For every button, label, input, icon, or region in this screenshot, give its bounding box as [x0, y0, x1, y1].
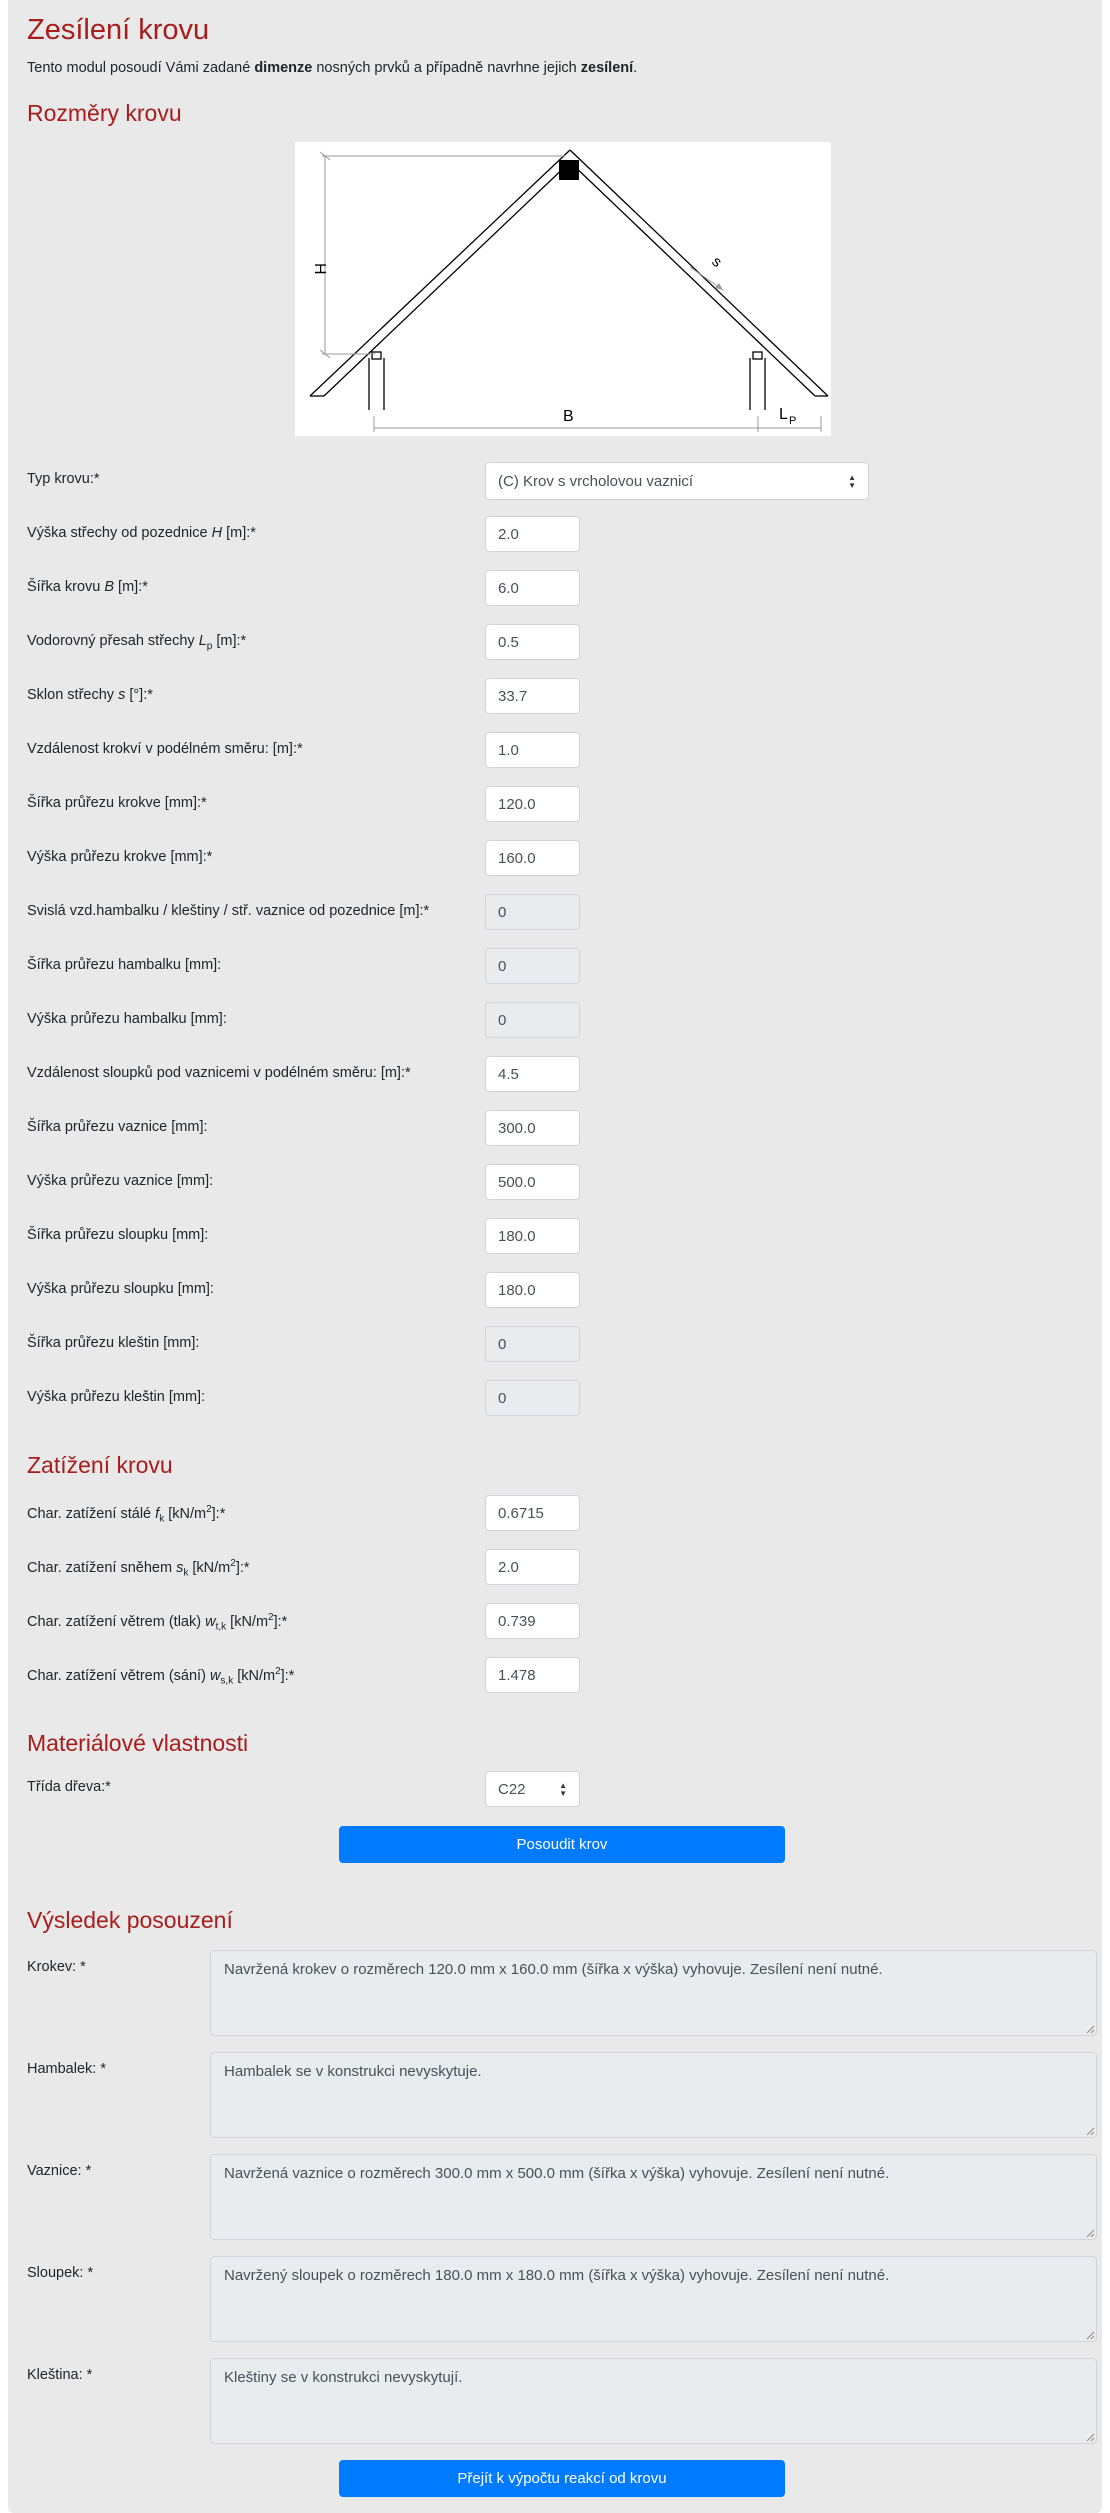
- roof-diagram-svg: H B s L P: [309, 149, 829, 432]
- wood-class-select[interactable]: C22 ▲ ▼: [485, 1771, 580, 1807]
- resize-grip-icon[interactable]: [1086, 2331, 1095, 2340]
- roof-type-value: (C) Krov s vrcholovou vaznicí: [498, 472, 694, 490]
- dimension-input: [485, 894, 580, 930]
- field-label: Šířka průřezu vaznice [mm]:: [27, 1119, 208, 1135]
- result-label: Krokev: *: [27, 1959, 86, 1975]
- section-dimensions-heading: Rozměry krovu: [27, 100, 182, 126]
- field-label: Char. zatížení stálé fk [kN/m2]:*: [27, 1504, 226, 1525]
- field-label: Šířka průřezu kleštin [mm]:: [27, 1335, 200, 1351]
- roof-type-select[interactable]: (C) Krov s vrcholovou vaznicí ▲ ▼: [485, 462, 869, 500]
- go-to-reactions-button[interactable]: Přejít k výpočtu reakcí od krovu: [339, 2460, 785, 2497]
- roof-type-label: Typ krovu:*: [27, 471, 100, 487]
- result-text: Hambalek se v konstrukci nevyskytuje.: [224, 2063, 482, 2080]
- field-label: Šířka krovu B [m]:*: [27, 579, 148, 595]
- roof-diagram: H B s L P: [295, 142, 831, 436]
- result-text: Kleštiny se v konstrukci nevyskytují.: [224, 2369, 463, 2386]
- result-textarea[interactable]: Navržená krokev o rozměrech 120.0 mm x 1…: [210, 1950, 1097, 2036]
- section-material-heading: Materiálové vlastnosti: [27, 1730, 249, 1756]
- select-arrows-icon: ▲ ▼: [848, 473, 856, 490]
- dimension-input: [485, 1326, 580, 1362]
- diagram-label-s: s: [708, 253, 725, 271]
- result-textarea[interactable]: Navržená vaznice o rozměrech 300.0 mm x …: [210, 2154, 1097, 2240]
- dimension-input[interactable]: [485, 786, 580, 822]
- field-label: Šířka průřezu krokve [mm]:*: [27, 795, 207, 811]
- field-label: Char. zatížení sněhem sk [kN/m2]:*: [27, 1558, 250, 1579]
- ridge-purlin-shape: [559, 160, 579, 180]
- field-label: Výška průřezu krokve [mm]:*: [27, 849, 213, 865]
- result-text: Navržený sloupek o rozměrech 180.0 mm x …: [224, 2267, 890, 2284]
- dimension-input[interactable]: [485, 624, 580, 660]
- result-textarea[interactable]: Navržený sloupek o rozměrech 180.0 mm x …: [210, 2256, 1097, 2342]
- dimension-input[interactable]: [485, 570, 580, 606]
- page-title: Zesílení krovu: [27, 14, 210, 46]
- result-textarea[interactable]: Hambalek se v konstrukci nevyskytuje.: [210, 2052, 1097, 2138]
- dimension-input: [485, 1002, 580, 1038]
- field-label: Svislá vzd.hambalku / kleštiny / stř. va…: [27, 903, 430, 919]
- field-label: Char. zatížení větrem (tlak) wt,k [kN/m2…: [27, 1612, 288, 1633]
- wood-class-value: C22: [498, 1780, 526, 1798]
- wood-class-label: Třída dřeva:*: [27, 1779, 111, 1795]
- resize-grip-icon[interactable]: [1086, 2433, 1095, 2442]
- result-label: Hambalek: *: [27, 2061, 106, 2077]
- field-label: Výška průřezu kleštin [mm]:: [27, 1389, 206, 1405]
- dimension-input[interactable]: [485, 1218, 580, 1254]
- dimension-input: [485, 1380, 580, 1416]
- field-label: Výška průřezu vaznice [mm]:: [27, 1173, 214, 1189]
- dimension-input[interactable]: [485, 1056, 580, 1092]
- dimension-input: [485, 948, 580, 984]
- result-label: Vaznice: *: [27, 2163, 92, 2179]
- field-label: Sklon střechy s [°]:*: [27, 687, 153, 703]
- dimension-input[interactable]: [485, 840, 580, 876]
- field-label: Výška průřezu sloupku [mm]:: [27, 1281, 214, 1297]
- diagram-label-lp: L: [779, 406, 788, 423]
- diagram-label-b: B: [563, 408, 574, 425]
- resize-grip-icon[interactable]: [1086, 2229, 1095, 2238]
- field-label: Výška střechy od pozednice H [m]:*: [27, 525, 256, 541]
- field-label: Vzdálenost krokví v podélném směru: [m]:…: [27, 741, 303, 757]
- section-loads-heading: Zatížení krovu: [27, 1452, 173, 1478]
- load-input[interactable]: [485, 1603, 580, 1639]
- field-label: Vzdálenost sloupků pod vaznicemi v podél…: [27, 1065, 411, 1081]
- dimension-input[interactable]: [485, 1110, 580, 1146]
- resize-grip-icon[interactable]: [1086, 2127, 1095, 2136]
- section-results-heading: Výsledek posouzení: [27, 1907, 233, 1933]
- result-label: Kleština: *: [27, 2367, 93, 2383]
- field-label: Šířka průřezu sloupku [mm]:: [27, 1227, 209, 1243]
- dimension-input[interactable]: [485, 1164, 580, 1200]
- result-textarea[interactable]: Kleštiny se v konstrukci nevyskytují.: [210, 2358, 1097, 2444]
- field-label: Char. zatížení větrem (sání) ws,k [kN/m2…: [27, 1666, 295, 1687]
- load-input[interactable]: [485, 1495, 580, 1531]
- field-label: Výška průřezu hambalku [mm]:: [27, 1011, 227, 1027]
- dimension-input[interactable]: [485, 678, 580, 714]
- dimension-input[interactable]: [485, 732, 580, 768]
- select-arrows-icon: ▲ ▼: [559, 1781, 567, 1798]
- result-text: Navržená vaznice o rozměrech 300.0 mm x …: [224, 2165, 890, 2182]
- result-label: Sloupek: *: [27, 2265, 94, 2281]
- field-label: Šířka průřezu hambalku [mm]:: [27, 957, 222, 973]
- evaluate-roof-button[interactable]: Posoudit krov: [339, 1826, 785, 1863]
- dimension-input[interactable]: [485, 516, 580, 552]
- diagram-label-h: H: [311, 263, 328, 275]
- intro-text: Tento modul posoudí Vámi zadané dimenze …: [27, 60, 638, 76]
- result-text: Navržená krokev o rozměrech 120.0 mm x 1…: [224, 1961, 883, 1978]
- dimension-input[interactable]: [485, 1272, 580, 1308]
- resize-grip-icon[interactable]: [1086, 2025, 1095, 2034]
- diagram-label-lp-sub: P: [789, 415, 796, 427]
- load-input[interactable]: [485, 1549, 580, 1585]
- load-input[interactable]: [485, 1657, 580, 1693]
- field-label: Vodorovný přesah střechy Lp [m]:*: [27, 633, 247, 652]
